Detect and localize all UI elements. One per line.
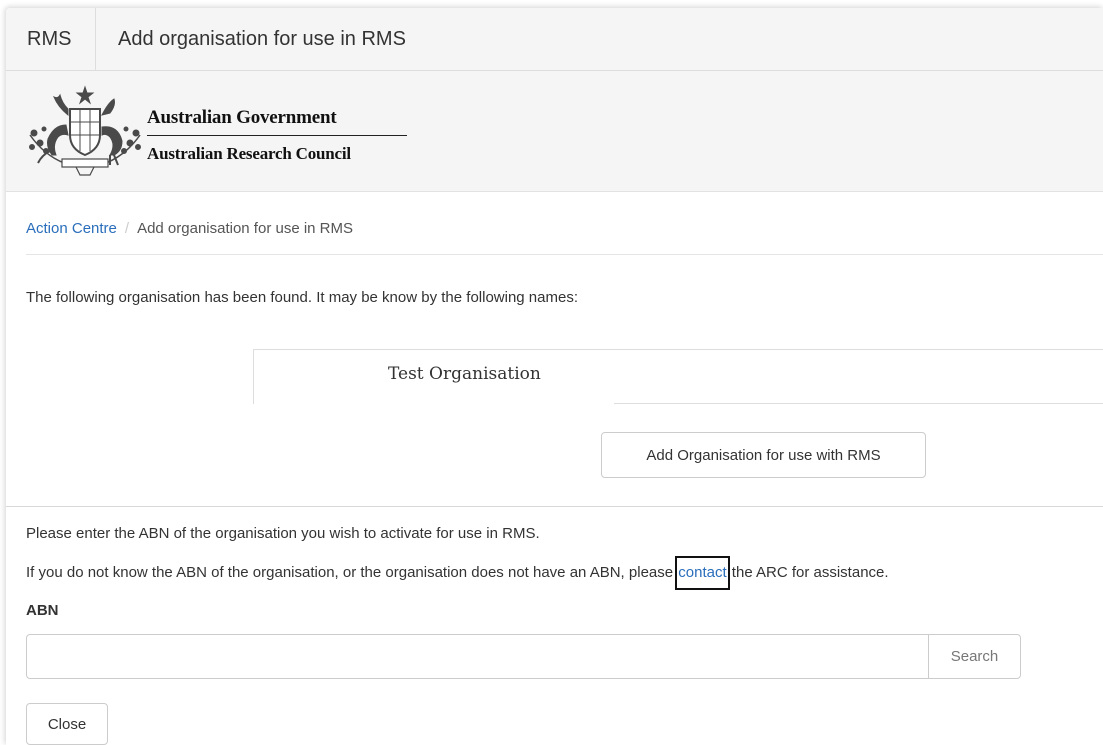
app-name: RMS bbox=[6, 8, 96, 70]
add-organisation-button[interactable]: Add Organisation for use with RMS bbox=[601, 432, 926, 478]
abn-input[interactable] bbox=[26, 634, 929, 679]
breadcrumb-separator: / bbox=[124, 220, 130, 237]
brand-text: Australian Government Australian Researc… bbox=[147, 107, 407, 164]
abn-instruction: Please enter the ABN of the organisation… bbox=[26, 525, 540, 542]
help-suffix: the ARC for assistance. bbox=[727, 564, 889, 581]
abn-label: ABN bbox=[26, 602, 59, 619]
title-bar: RMS Add organisation for use in RMS bbox=[6, 8, 1103, 71]
section-divider bbox=[6, 506, 1103, 507]
breadcrumb: Action Centre / Add organisation for use i… bbox=[26, 220, 353, 237]
found-message: The following organisation has been foun… bbox=[26, 289, 578, 306]
help-prefix: If you do not know the ABN of the organi… bbox=[26, 564, 678, 581]
breadcrumb-action-centre[interactable]: Action Centre bbox=[26, 220, 117, 237]
abn-help-text: If you do not know the ABN of the organi… bbox=[26, 556, 889, 590]
breadcrumb-current: Add organisation for use in RMS bbox=[137, 220, 354, 237]
search-button[interactable]: Search bbox=[928, 634, 1021, 679]
app-window: RMS Add organisation for use in RMS Aust… bbox=[6, 8, 1103, 745]
brand-banner: Australian Government Australian Researc… bbox=[6, 71, 1103, 192]
organisation-name: Test Organisation bbox=[388, 364, 541, 384]
page-title: Add organisation for use in RMS bbox=[118, 27, 406, 50]
divider bbox=[26, 254, 1103, 255]
organisation-names-panel: Test Organisation bbox=[253, 349, 1103, 404]
contact-link[interactable]: contact bbox=[675, 556, 730, 590]
government-name: Australian Government bbox=[147, 107, 407, 136]
panel-border bbox=[614, 403, 1103, 404]
coat-of-arms-icon bbox=[29, 85, 141, 176]
close-button[interactable]: Close bbox=[26, 703, 108, 745]
council-name: Australian Research Council bbox=[147, 144, 351, 163]
